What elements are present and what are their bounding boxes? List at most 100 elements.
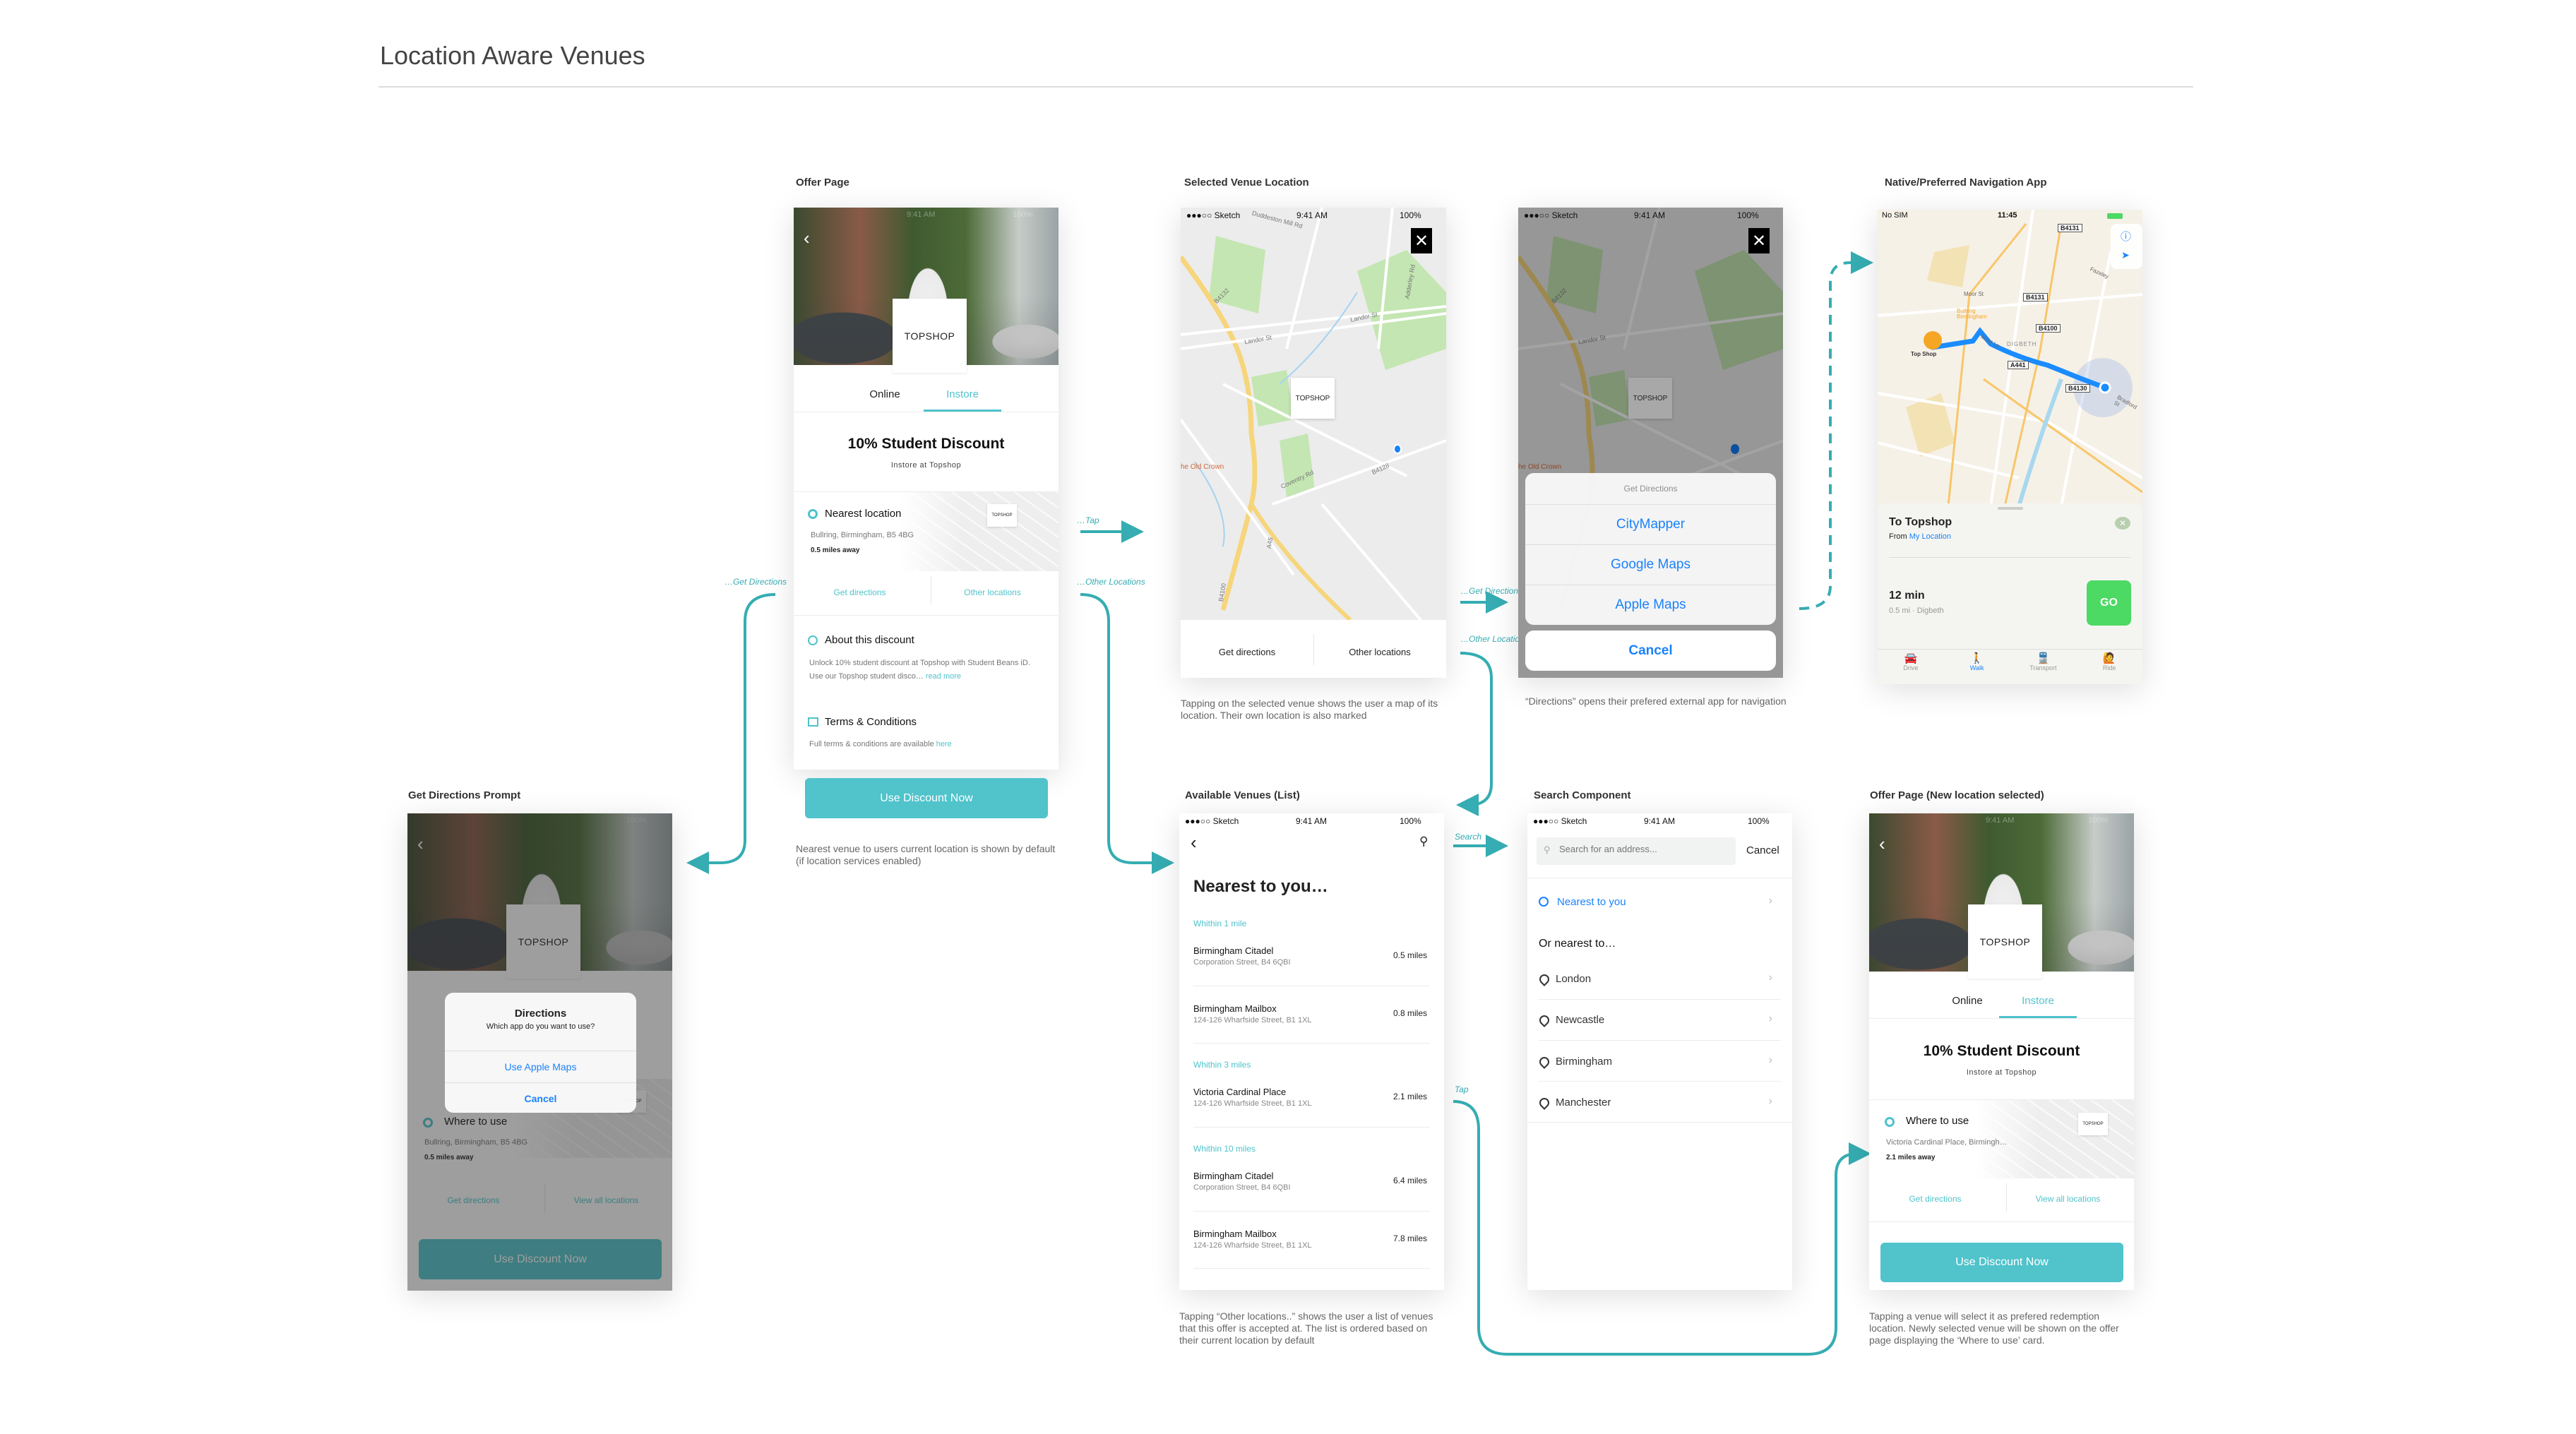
divider — [1889, 557, 2131, 558]
venue-map-pin[interactable]: TOPSHOP — [1291, 378, 1335, 419]
city-row[interactable]: Newcastle › — [1527, 1008, 1792, 1040]
connector-label-other: …Other Locations — [1077, 577, 1145, 587]
search-input[interactable] — [1559, 844, 1729, 854]
close-icon[interactable]: ✕ — [2115, 517, 2130, 530]
divider — [1527, 1122, 1792, 1123]
city-row[interactable]: Manchester › — [1527, 1091, 1792, 1123]
close-icon[interactable]: ✕ — [1748, 228, 1770, 253]
tab-instore[interactable]: Instore — [924, 388, 1001, 400]
back-chevron-icon[interactable]: ‹ — [804, 227, 810, 249]
walk-icon: 🚶 — [1970, 652, 1984, 664]
route-duration: 12 min — [1889, 590, 1925, 602]
read-more-link[interactable]: read more — [926, 672, 961, 681]
chevron-right-icon: › — [1768, 1012, 1772, 1024]
cancel-button[interactable]: Cancel — [445, 1082, 636, 1113]
tab-online[interactable]: Online — [846, 388, 924, 400]
location-pin-icon — [1537, 1055, 1551, 1069]
search-screen: ●●●○○ Sketch 9:41 AM 100% ⚲ Cancel Neare… — [1527, 813, 1792, 1290]
native-nav-screen: No SIM 11:45 B4131 B4131 B4100 A441 B413… — [1878, 210, 2142, 684]
destination-title: To Topshop — [1889, 516, 1952, 528]
mode-drive[interactable]: 🚘 Drive — [1878, 652, 1944, 671]
map-label: he Old Crown — [1518, 463, 1562, 471]
about-heading: About this discount — [825, 634, 914, 646]
get-directions-link[interactable]: Get directions — [794, 587, 926, 597]
get-directions-button[interactable]: Get directions — [1181, 647, 1313, 657]
back-chevron-icon[interactable]: ‹ — [1191, 832, 1197, 854]
status-time: 11:45 — [1998, 211, 2017, 220]
mode-walk[interactable]: 🚶 Walk — [1944, 652, 2010, 671]
road-shield: B4130 — [2065, 384, 2090, 393]
search-icon[interactable]: ⚲ — [1419, 835, 1428, 849]
road-shield: B4131 — [2023, 293, 2048, 301]
venue-distance: 6.4 miles — [1393, 1176, 1427, 1185]
group-label: Whithin 3 miles — [1193, 1060, 1251, 1070]
screen-label-prompt: Get Directions Prompt — [408, 789, 521, 801]
hail-icon: 🙋 — [2102, 652, 2116, 664]
cancel-button[interactable]: Cancel — [1525, 631, 1776, 671]
divider — [1193, 1211, 1430, 1212]
venue-row[interactable]: Birmingham Citadel Corporation Street, B… — [1179, 935, 1444, 986]
use-discount-button[interactable]: Use Discount Now — [1880, 1243, 2123, 1282]
go-button[interactable]: GO — [2087, 580, 2131, 626]
cancel-button[interactable]: Cancel — [1746, 844, 1779, 856]
location-map-thumbnail[interactable] — [900, 492, 1059, 571]
mode-ride[interactable]: 🙋 Ride — [2076, 652, 2142, 671]
brand-logo: TOPSHOP — [893, 299, 967, 373]
location-arrow-icon[interactable]: ➤ — [2121, 249, 2130, 261]
option-apple-maps[interactable]: Apple Maps — [1525, 585, 1776, 625]
option-citymapper[interactable]: CityMapper — [1525, 504, 1776, 544]
city-name: Birmingham — [1556, 1056, 1613, 1068]
mode-label: Ride — [2102, 664, 2116, 671]
connector-label-list-tap: Tap — [1455, 1085, 1469, 1094]
route-origin: From My Location — [1889, 532, 1951, 541]
connector-map-other — [1456, 652, 1493, 816]
venue-row[interactable]: Birmingham Mailbox 124-126 Wharfside Str… — [1179, 993, 1444, 1044]
search-field[interactable]: ⚲ — [1537, 837, 1736, 865]
get-directions-link[interactable]: Get directions — [1869, 1194, 2001, 1204]
mode-label: Transport — [2029, 664, 2057, 671]
directions-sheet-screen: ●●●○○ Sketch 9:41 AM 100% Landor St B413… — [1518, 208, 1783, 678]
venues-list-screen: ●●●○○ Sketch 9:41 AM 100% ‹ ⚲ Nearest to… — [1179, 813, 1444, 1290]
map-label: DIGBETH — [2007, 341, 2037, 347]
divider — [1193, 1043, 1430, 1044]
tab-instore[interactable]: Instore — [1999, 995, 2077, 1007]
use-apple-maps-button[interactable]: Use Apple Maps — [445, 1051, 636, 1082]
dialog-title: Directions — [514, 1008, 567, 1020]
venue-address: 124-126 Wharfside Street, B1 1XL — [1193, 1016, 1312, 1024]
city-name: Newcastle — [1556, 1014, 1605, 1026]
close-icon[interactable]: ✕ — [1411, 228, 1432, 253]
location-target-icon — [808, 509, 818, 519]
document-icon — [808, 717, 818, 727]
venue-row[interactable]: Birmingham Mailbox 124-126 Wharfside Str… — [1179, 1218, 1444, 1269]
navigation-map[interactable] — [1878, 210, 2142, 506]
status-carrier: ●●●○○ Sketch — [1524, 210, 1578, 220]
other-locations-button[interactable]: Other locations — [1313, 647, 1446, 657]
drag-handle[interactable] — [1998, 507, 2023, 510]
venue-row[interactable]: Birmingham Citadel Corporation Street, B… — [1179, 1160, 1444, 1211]
option-google-maps[interactable]: Google Maps — [1525, 544, 1776, 585]
venue-row[interactable]: Victoria Cardinal Place 124-126 Wharfsid… — [1179, 1076, 1444, 1127]
city-row[interactable]: London › — [1527, 967, 1792, 999]
divider — [794, 615, 1059, 616]
location-pin-icon — [1537, 1013, 1551, 1027]
caption: Tapping on the selected venue shows the … — [1181, 698, 1438, 721]
mode-transport[interactable]: 🚆 Transport — [2010, 652, 2077, 671]
use-discount-button[interactable]: Use Discount Now — [805, 778, 1048, 818]
nearest-to-you-row[interactable]: Nearest to you › — [1527, 891, 1792, 916]
divider — [1869, 1018, 2134, 1019]
other-locations-link[interactable]: Other locations — [926, 587, 1059, 597]
terms-link[interactable]: here — [936, 740, 952, 748]
divider — [1539, 1081, 1781, 1082]
search-icon: ⚲ — [1544, 844, 1551, 855]
info-icon — [808, 635, 818, 645]
connector-label-map-directions: …Get Directions — [1460, 586, 1523, 596]
from-value[interactable]: My Location — [1909, 532, 1951, 541]
venue-address: 124-126 Wharfside Street, B1 1XL — [1193, 1099, 1312, 1108]
back-chevron-icon[interactable]: ‹ — [1879, 833, 1885, 855]
tab-online[interactable]: Online — [1928, 995, 2006, 1007]
info-icon[interactable]: ⓘ — [2121, 229, 2131, 244]
view-all-locations-link[interactable]: View all locations — [2002, 1194, 2134, 1204]
directions-prompt-screen: 100% ‹ TOPSHOP TOPSHOP Where to use Bull… — [407, 813, 672, 1291]
city-row[interactable]: Birmingham › — [1527, 1050, 1792, 1082]
page-title: Location Aware Venues — [380, 41, 645, 70]
